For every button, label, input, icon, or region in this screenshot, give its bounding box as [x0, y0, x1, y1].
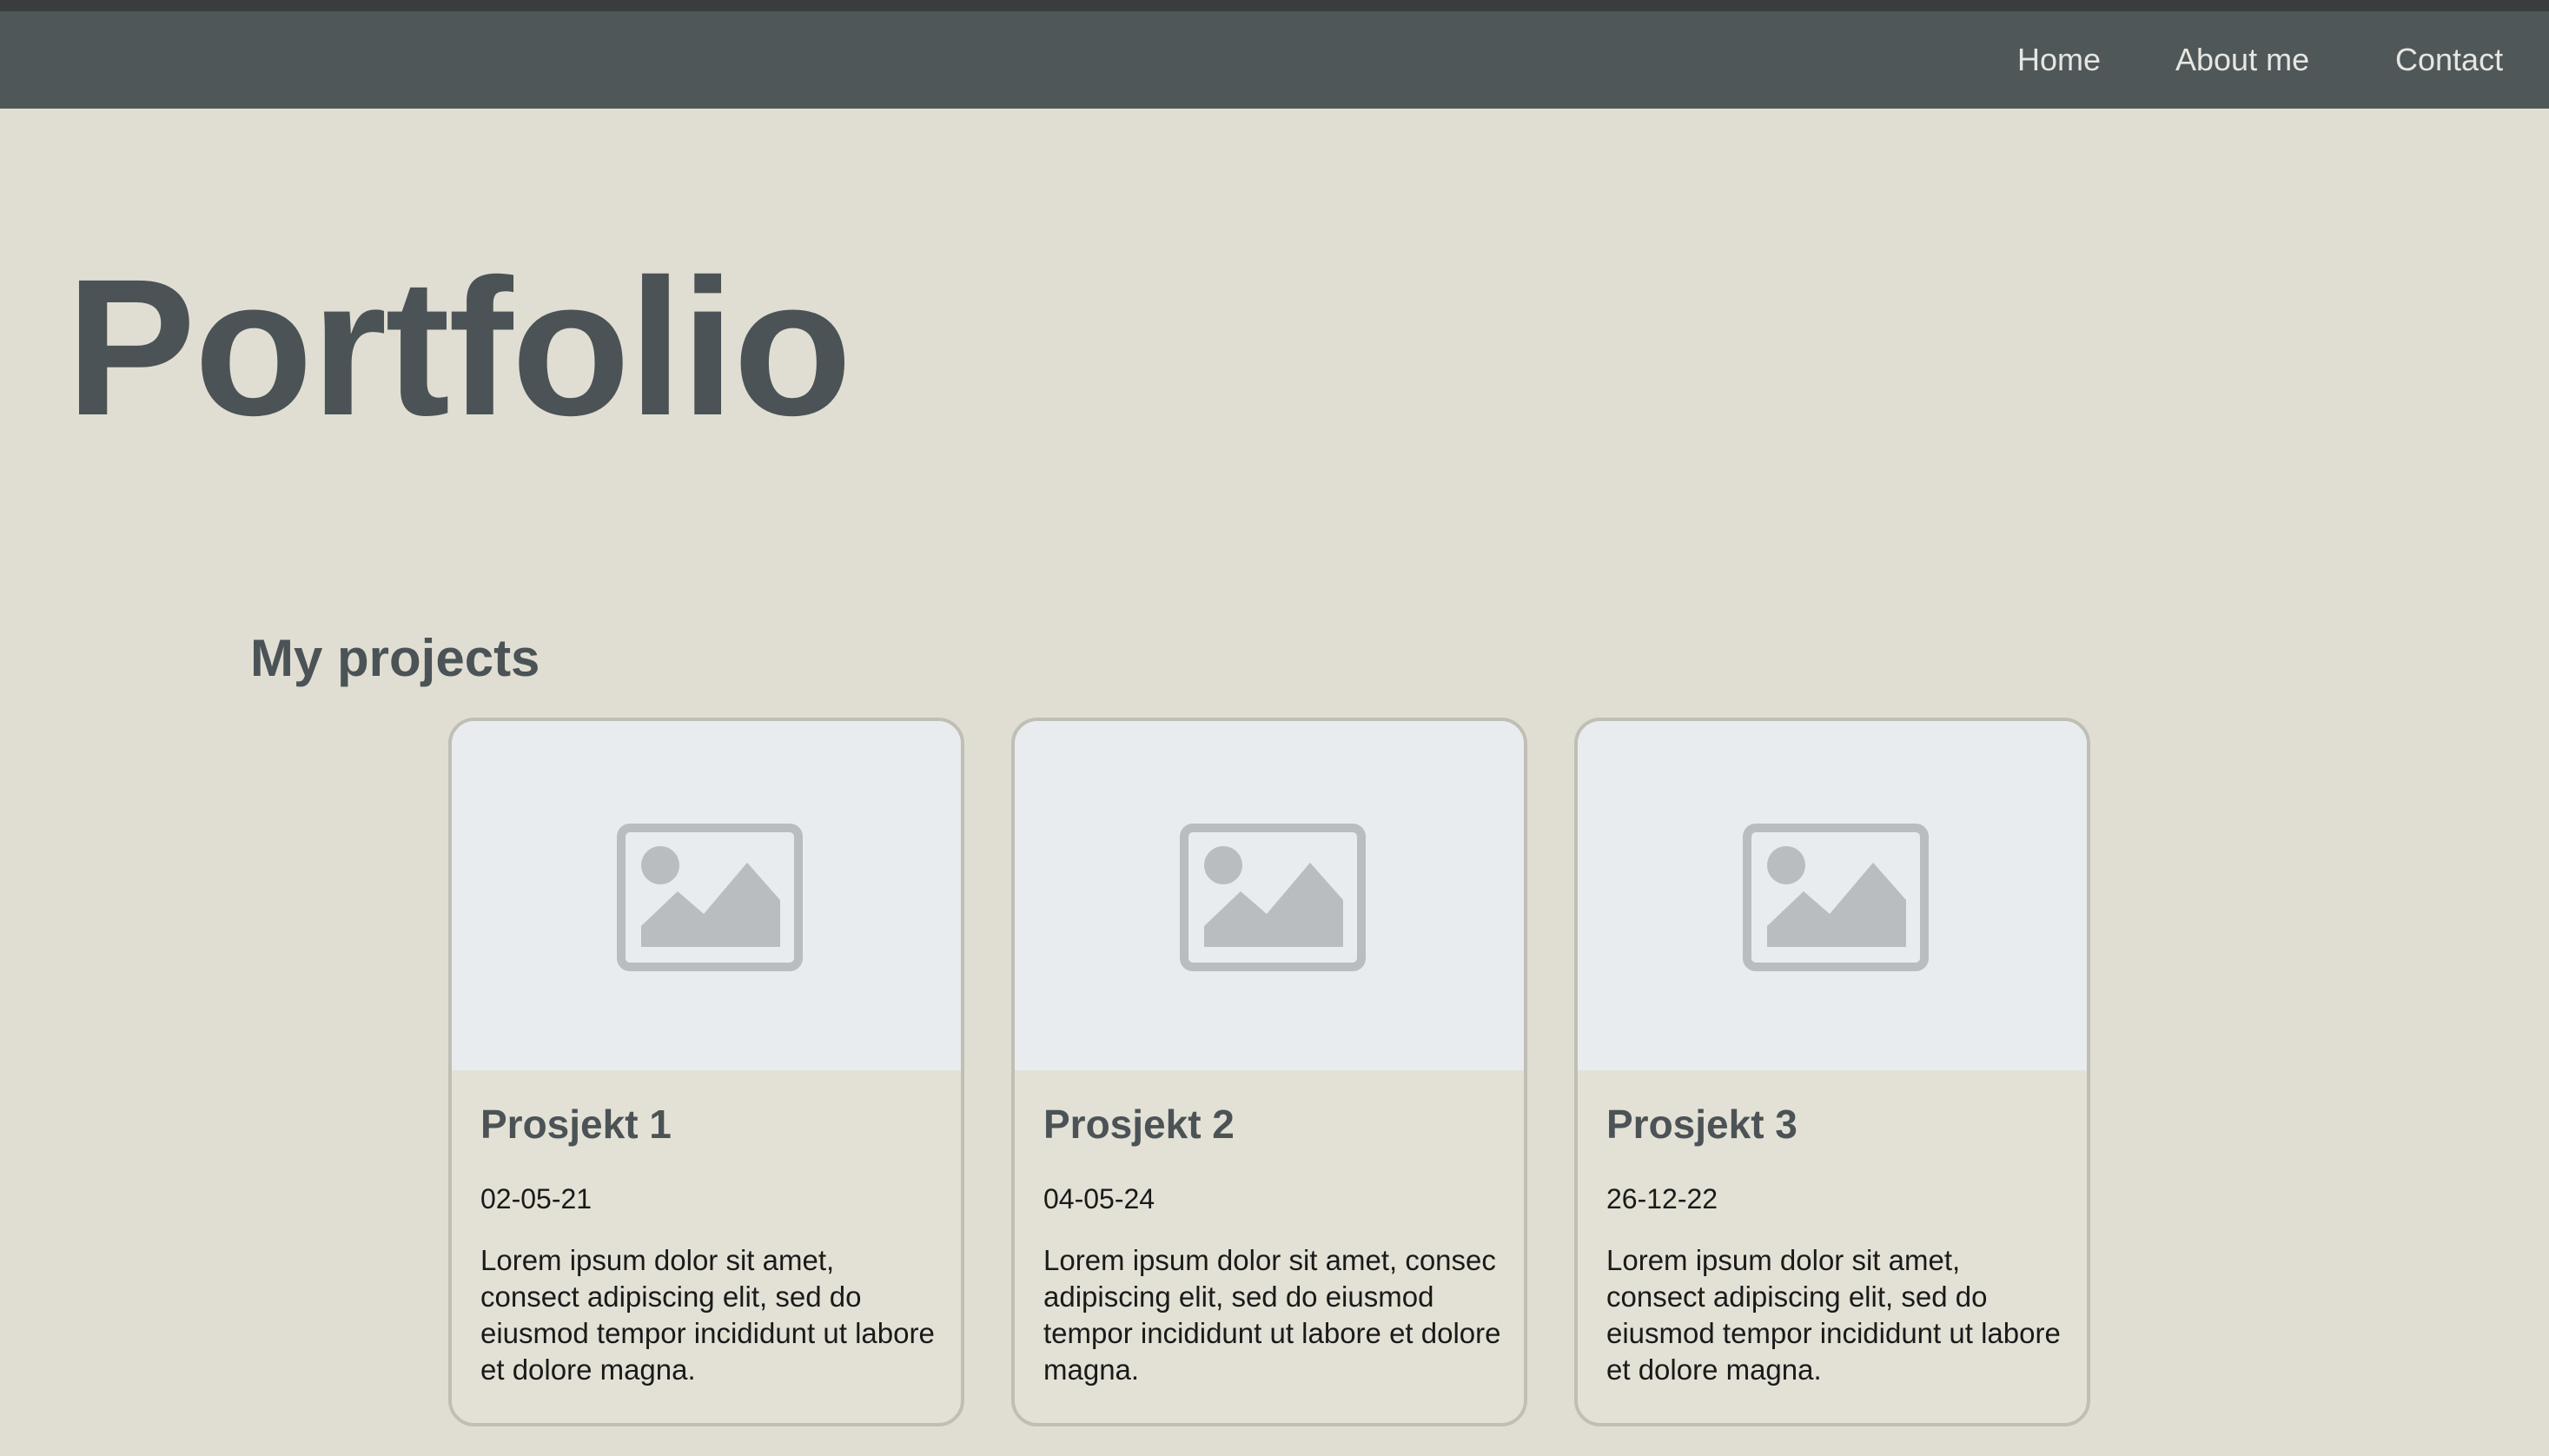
page-title: Portfolio	[66, 239, 852, 456]
project-image	[452, 721, 961, 1070]
image-placeholder-icon	[1180, 824, 1366, 971]
project-card[interactable]: Prosjekt 2 04-05-24 Lorem ipsum dolor si…	[1011, 718, 1527, 1426]
project-card[interactable]: Prosjekt 1 02-05-21 Lorem ipsum dolor si…	[448, 718, 964, 1426]
section-title: My projects	[250, 629, 540, 687]
top-border	[0, 0, 2549, 11]
nav-contact-link[interactable]: Contact	[2395, 11, 2503, 109]
project-date: 26-12-22	[1606, 1183, 1718, 1214]
image-placeholder-icon	[1743, 824, 1929, 971]
nav-about-link[interactable]: About me	[2175, 11, 2309, 109]
project-date: 04-05-24	[1043, 1183, 1155, 1214]
project-title: Prosjekt 2	[1043, 1102, 1235, 1147]
project-description: Lorem ipsum dolor sit amet, consect adip…	[1606, 1244, 2061, 1386]
project-description: Lorem ipsum dolor sit amet, consect adip…	[480, 1244, 935, 1386]
project-description: Lorem ipsum dolor sit amet, consec adipi…	[1043, 1244, 1501, 1386]
navbar: Home About me Contact	[0, 11, 2549, 109]
project-image	[1578, 721, 2087, 1070]
project-title: Prosjekt 1	[480, 1102, 672, 1147]
project-date: 02-05-21	[480, 1183, 593, 1214]
image-placeholder-icon	[617, 824, 803, 971]
project-card[interactable]: Prosjekt 3 26-12-22 Lorem ipsum dolor si…	[1574, 718, 2090, 1426]
nav-home-link[interactable]: Home	[2017, 11, 2101, 109]
project-title: Prosjekt 3	[1606, 1102, 1798, 1147]
project-image	[1015, 721, 1524, 1070]
